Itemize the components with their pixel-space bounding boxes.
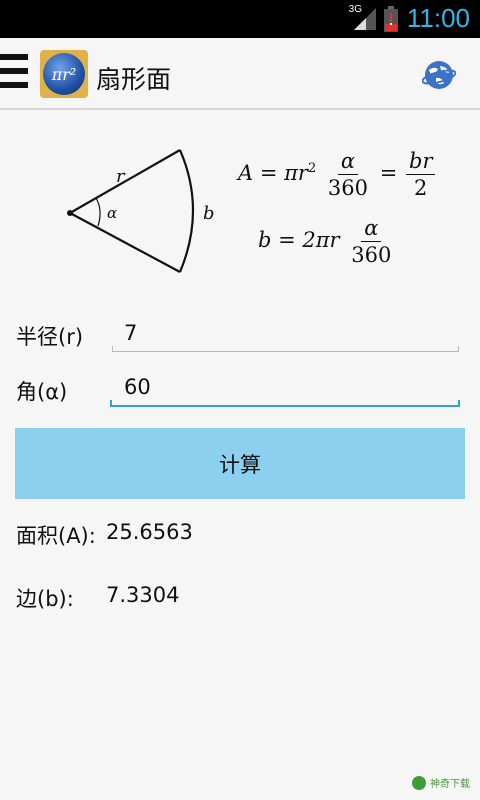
battery-icon xyxy=(384,6,398,32)
radius-input[interactable] xyxy=(112,316,459,350)
radius-label: 半径(r) xyxy=(16,325,84,349)
angle-input-underline xyxy=(110,400,460,407)
arc-label: b xyxy=(203,203,215,224)
area-formula: A = πr2 α 360 = br 2 xyxy=(238,148,437,201)
radius-input-underline xyxy=(112,346,459,352)
clock: 11:00 xyxy=(406,3,470,33)
menu-icon[interactable] xyxy=(0,54,30,96)
arc-result-value: 7.3304 xyxy=(106,583,180,607)
app-logo-text: πr² xyxy=(43,53,85,95)
radius-label: r xyxy=(116,166,126,187)
page-title: 扇形面 xyxy=(96,65,172,94)
angle-input[interactable] xyxy=(112,370,459,404)
arc-result-label: 边(b): xyxy=(16,587,74,611)
calculate-button[interactable]: 计算 xyxy=(15,428,465,499)
area-result-value: 25.6563 xyxy=(106,520,193,544)
angle-label: 角(α) xyxy=(16,380,68,404)
action-bar: πr² 扇形面 xyxy=(0,38,480,110)
arc-formula: b = 2πr α 360 xyxy=(258,216,392,267)
radius-line-bottom xyxy=(69,212,181,273)
radius-line-top xyxy=(69,149,181,214)
app-logo: πr² xyxy=(40,50,88,98)
signal-icon xyxy=(354,8,376,30)
angle-arc xyxy=(95,197,101,227)
arc-line xyxy=(178,149,195,273)
globe-icon[interactable] xyxy=(422,58,456,92)
area-result-label: 面积(A): xyxy=(16,524,96,548)
sector-diagram: r α b xyxy=(67,149,215,273)
watermark: 神奇下载 xyxy=(412,775,470,790)
angle-label: α xyxy=(107,204,117,222)
watermark-logo-icon xyxy=(412,775,426,790)
status-bar: 3G 11:00 xyxy=(0,0,480,38)
